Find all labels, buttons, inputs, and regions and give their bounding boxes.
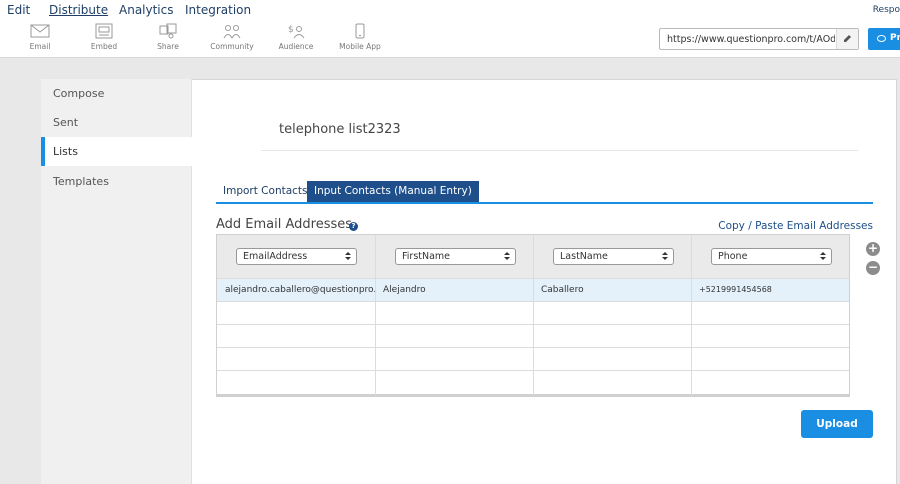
tool-community[interactable]: Community [202, 23, 262, 51]
pencil-icon [844, 35, 851, 42]
cell-phone[interactable] [691, 302, 849, 325]
tool-email[interactable]: Email [10, 23, 70, 51]
cell-email[interactable] [217, 348, 375, 371]
select-arrows-icon [820, 251, 826, 262]
select-arrows-icon [662, 251, 668, 262]
tool-mobile-app-label: Mobile App [339, 42, 381, 51]
survey-url-text: https://www.questionpro.com/t/AOdmmm [667, 34, 835, 45]
nav-respondents[interactable]: Respo [873, 5, 900, 15]
envelope-icon [30, 24, 50, 38]
help-icon[interactable]: ? [349, 222, 358, 231]
sidebar-item-compose[interactable]: Compose [41, 79, 192, 108]
column-select-phone[interactable]: Phone [711, 248, 832, 265]
cell-email[interactable] [217, 302, 375, 325]
tab-input-contacts-manual[interactable]: Input Contacts (Manual Entry) [307, 181, 479, 202]
tool-mobile-app[interactable]: Mobile App [330, 23, 390, 51]
copy-paste-link[interactable]: Copy / Paste Email Addresses [718, 220, 873, 232]
nav-distribute[interactable]: Distribute [49, 3, 108, 17]
edit-url-button[interactable] [836, 29, 858, 49]
tabs-underline [216, 202, 873, 204]
cell-phone[interactable] [691, 371, 849, 394]
column-select-firstname[interactable]: FirstName [395, 248, 516, 265]
cell-email[interactable] [217, 371, 375, 394]
column-select-label: FirstName [402, 251, 451, 262]
embed-icon [95, 23, 113, 39]
top-nav: Edit Distribute Analytics Integration Re… [0, 0, 900, 20]
upload-button[interactable]: Upload [801, 410, 873, 438]
tool-embed[interactable]: Embed [74, 23, 134, 51]
tab-import-contacts[interactable]: Import Contacts [216, 181, 315, 202]
cell-lastname[interactable] [533, 325, 691, 348]
cell-lastname[interactable]: Caballero [533, 279, 691, 302]
community-icon [223, 25, 241, 39]
cell-firstname[interactable]: Alejandro [375, 279, 533, 302]
title-divider [261, 150, 858, 151]
cell-lastname[interactable] [533, 348, 691, 371]
audience-icon: $ [288, 25, 305, 39]
nav-integration[interactable]: Integration [185, 3, 251, 17]
column-divider [375, 235, 376, 395]
nav-analytics[interactable]: Analytics [119, 3, 174, 17]
cell-lastname[interactable] [533, 302, 691, 325]
preview-label: Pr [890, 33, 900, 43]
column-select-label: EmailAddress [243, 251, 308, 262]
cell-phone[interactable] [691, 348, 849, 371]
mobile-icon [355, 23, 365, 39]
select-arrows-icon [504, 251, 510, 262]
sidebar: Compose Sent Lists Templates [41, 79, 192, 484]
column-divider [691, 235, 692, 395]
tool-email-label: Email [29, 42, 51, 51]
tool-embed-label: Embed [90, 42, 118, 51]
add-email-heading: Add Email Addresses [216, 217, 353, 232]
cell-firstname[interactable] [375, 325, 533, 348]
column-select-email[interactable]: EmailAddress [236, 248, 357, 265]
preview-button[interactable]: Pr [868, 28, 900, 50]
sidebar-item-sent[interactable]: Sent [41, 108, 192, 137]
cell-phone[interactable]: +5219991454568 [691, 279, 849, 302]
tool-share-label: Share [157, 42, 179, 51]
select-arrows-icon [345, 251, 351, 262]
contacts-grid: EmailAddress FirstName LastName Phone al… [216, 234, 850, 397]
column-select-lastname[interactable]: LastName [553, 248, 674, 265]
sidebar-item-templates[interactable]: Templates [41, 167, 192, 196]
cell-firstname[interactable] [375, 348, 533, 371]
survey-url-field[interactable]: https://www.questionpro.com/t/AOdmmm [659, 28, 859, 50]
nav-edit[interactable]: Edit [7, 3, 30, 17]
column-divider [533, 235, 534, 395]
cell-firstname[interactable] [375, 371, 533, 394]
cell-email[interactable] [217, 325, 375, 348]
tool-community-label: Community [210, 42, 254, 51]
add-column-button[interactable]: + [866, 242, 880, 256]
cell-phone[interactable] [691, 325, 849, 348]
sidebar-item-lists[interactable]: Lists [41, 137, 192, 166]
eye-icon [877, 35, 886, 42]
share-icon [159, 23, 177, 39]
tool-audience[interactable]: $ Audience [266, 23, 326, 51]
remove-column-button[interactable]: − [866, 261, 880, 275]
column-select-label: LastName [560, 251, 608, 262]
cell-email[interactable]: alejandro.caballero@questionpro. [217, 279, 375, 302]
list-title: telephone list2323 [279, 122, 401, 137]
svg-text:$: $ [288, 25, 294, 35]
cell-lastname[interactable] [533, 371, 691, 394]
cell-firstname[interactable] [375, 302, 533, 325]
tool-share[interactable]: Share [138, 23, 198, 51]
column-select-label: Phone [718, 251, 748, 262]
distribute-toolbar: Email Embed Share Community $ Audience M… [0, 20, 900, 58]
tool-audience-label: Audience [278, 42, 314, 51]
